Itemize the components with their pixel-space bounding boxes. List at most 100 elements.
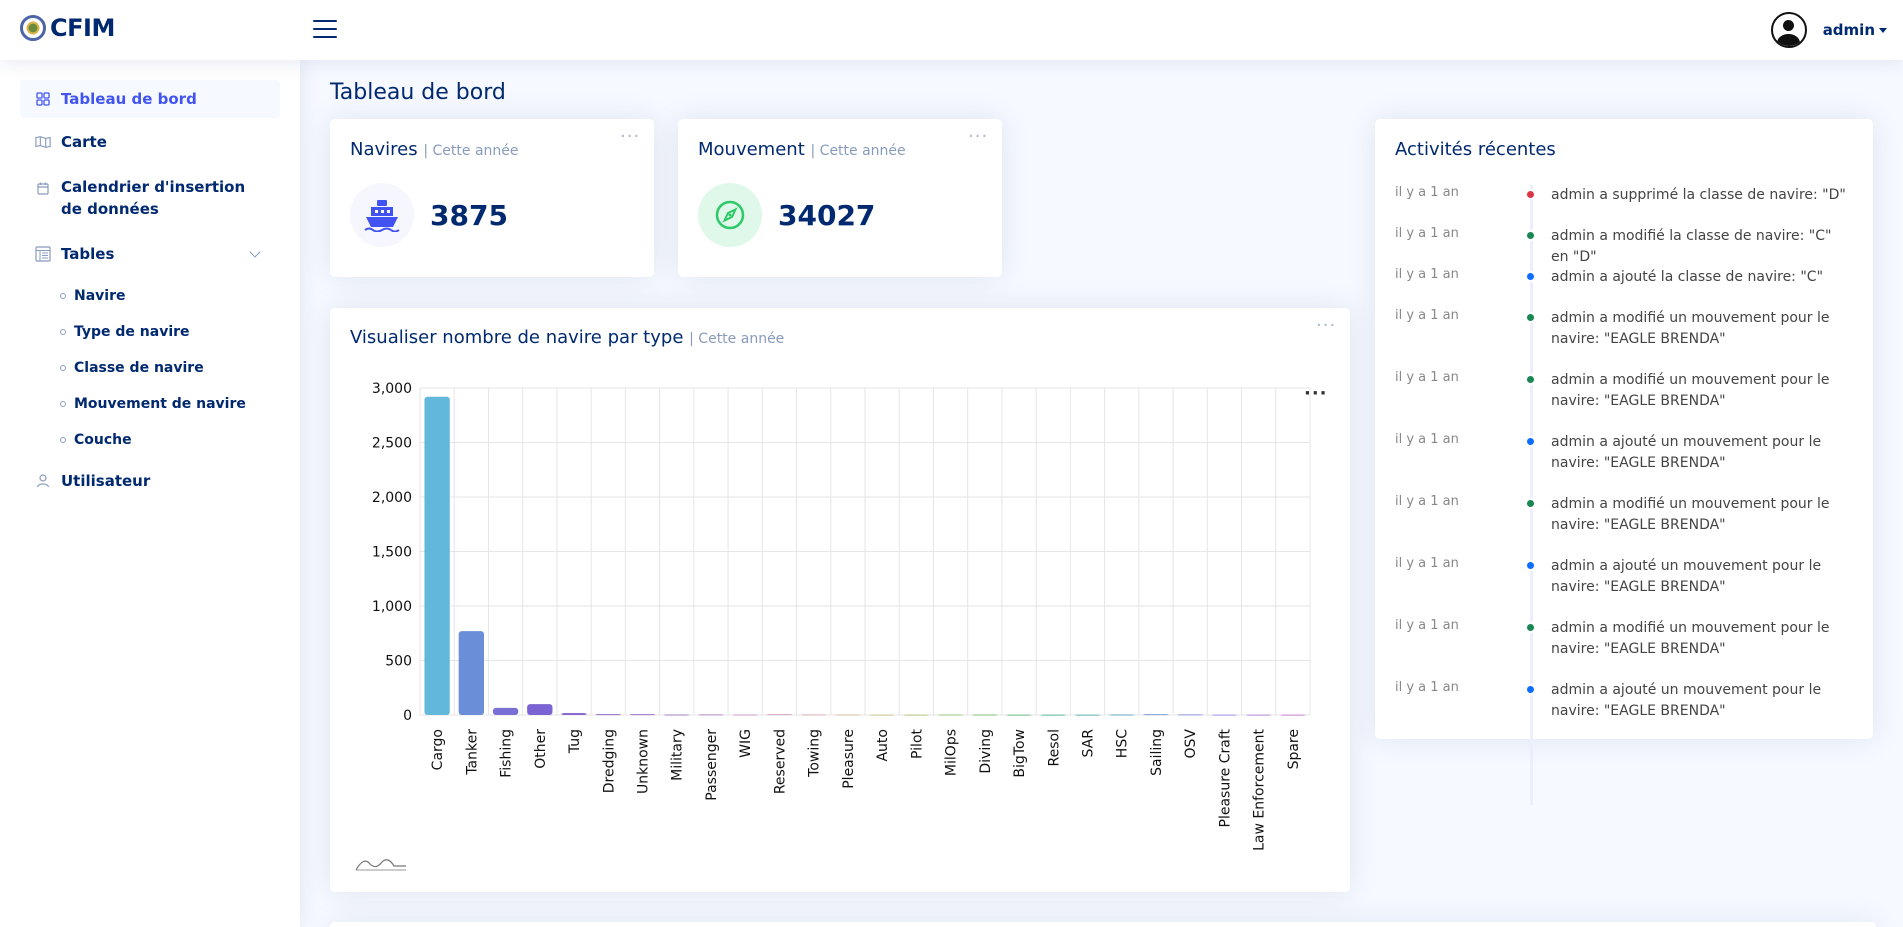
bar[interactable] [1006,714,1032,716]
bar[interactable] [732,714,758,716]
logo-emblem-icon [20,15,46,41]
y-tick-label: 2,000 [372,490,412,506]
x-tick-label: Military [670,729,686,781]
activity-text: admin a ajouté un mouvement pour le navi… [1551,682,1822,719]
x-tick-label: OSV [1183,729,1199,759]
logo[interactable]: CFIM [20,14,115,42]
sidebar-toggle-button[interactable] [313,20,337,40]
chart-menu-icon[interactable]: ··· [1304,385,1328,403]
bar[interactable] [1245,714,1272,716]
bar[interactable] [972,714,998,716]
sidebar-subitem-mouvement-de-navire[interactable]: Mouvement de navire [20,386,280,422]
chevron-down-icon [249,246,261,258]
more-options-icon[interactable]: ··· [968,128,988,146]
activity-text: admin a modifié un mouvement pour le nav… [1551,310,1830,347]
bar[interactable] [458,631,485,715]
map-icon [35,134,51,150]
activity-dot-icon [1525,684,1536,695]
x-tick-label: Law Enforcement [1252,729,1268,851]
sidebar-subitem-type-de-navire[interactable]: Type de navire [20,314,280,350]
sidebar: Tableau de bord Carte Calendrier d'inser… [0,60,300,927]
x-tick-label: Auto [875,729,891,762]
circle-icon [60,329,66,335]
activity-time: il y a 1 an [1395,267,1459,282]
x-tick-label: Pilot [909,728,925,758]
bar[interactable] [698,714,724,716]
circle-icon [60,401,66,407]
bar[interactable] [424,396,450,715]
bar[interactable] [561,713,587,715]
activity-dot-icon [1525,622,1536,633]
bar[interactable] [1074,714,1101,716]
activity-time: il y a 1 an [1395,370,1459,385]
x-tick-label: Other [533,729,549,769]
activity-time: il y a 1 an [1395,680,1459,695]
bar[interactable] [869,714,895,716]
sidebar-item-calendar[interactable]: Calendrier d'insertion de données [20,166,280,230]
activity-dot-icon [1525,271,1536,282]
card-title-text: Navires [350,139,418,160]
sidebar-item-label: Carte [61,133,107,151]
x-tick-label: Spare [1286,729,1302,769]
bar[interactable] [664,714,690,716]
x-tick-label: BigTow [1012,729,1028,778]
activity-dot-icon [1525,374,1536,385]
x-tick-label: Unknown [636,729,652,794]
sparkline-logo-icon [354,854,408,878]
bar[interactable] [1109,714,1135,716]
vessel-type-bar-chart: 3,000 2,500 2,000 1,500 1,000 500 0 Cargo Tanker… [372,381,1311,851]
card-title-text: Mouvement [698,139,805,160]
tables-submenu: Navire Type de navire Classe de navire M… [20,278,280,458]
activity-text: admin a modifié un mouvement pour le nav… [1551,372,1830,409]
sidebar-item-utilisateur[interactable]: Utilisateur [20,462,280,500]
activity-dot-icon [1525,230,1536,241]
avatar-icon [1770,12,1807,48]
x-tick-label: Towing [807,729,823,778]
activity-text: admin a ajouté un mouvement pour le navi… [1551,434,1822,471]
mouvement-count: 34027 [778,199,876,232]
activity-time: il y a 1 an [1395,556,1459,571]
sidebar-subitem-couche[interactable]: Couche [20,422,280,458]
sidebar-item-dashboard[interactable]: Tableau de bord [20,80,280,118]
more-options-icon[interactable]: ··· [620,128,640,146]
activity-time: il y a 1 an [1395,185,1459,200]
sidebar-subitem-classe-de-navire[interactable]: Classe de navire [20,350,280,386]
activity-time: il y a 1 an [1395,226,1459,241]
x-tick-label: Sailing [1149,729,1165,776]
bar[interactable] [903,714,930,716]
sidebar-item-tables[interactable]: Tables [20,235,280,273]
profile-dropdown[interactable]: admin [1770,12,1887,48]
bar[interactable] [1280,714,1306,716]
y-tick-label: 1,500 [372,545,412,561]
bar[interactable] [1211,714,1238,716]
bar[interactable] [1143,714,1169,716]
subitem-label: Mouvement de navire [74,396,246,412]
x-tick-label: Tanker [464,729,480,776]
bar[interactable] [937,714,964,716]
profile-name: admin [1822,21,1875,39]
bar[interactable] [527,704,553,715]
bar[interactable] [835,714,861,716]
activity-title: Activités récentes [1395,139,1556,160]
bar[interactable] [595,714,621,716]
bar[interactable] [766,714,793,716]
sidebar-item-label: Utilisateur [61,472,151,490]
activity-dot-icon [1525,436,1536,447]
x-tick-label: Fishing [499,729,515,778]
logo-text: CFIM [50,14,115,42]
navires-card: ··· Navires | Cette année 3875 [330,119,654,277]
sidebar-item-label: Calendrier d'insertion de données [61,178,246,218]
activity-dot-icon [1525,189,1536,200]
sidebar-subitem-navire[interactable]: Navire [20,278,280,314]
activity-text: admin a supprimé la classe de navire: "D… [1551,187,1846,203]
sidebar-item-map[interactable]: Carte [20,123,280,161]
circle-icon [60,365,66,371]
compass-icon [698,183,762,247]
bar[interactable] [492,707,519,715]
bar[interactable] [1040,714,1066,716]
bar[interactable] [629,714,656,716]
bar[interactable] [800,714,827,716]
card-period: | Cette année [810,143,906,159]
bar[interactable] [1177,714,1203,716]
sidebar-item-label: Tableau de bord [61,90,197,108]
